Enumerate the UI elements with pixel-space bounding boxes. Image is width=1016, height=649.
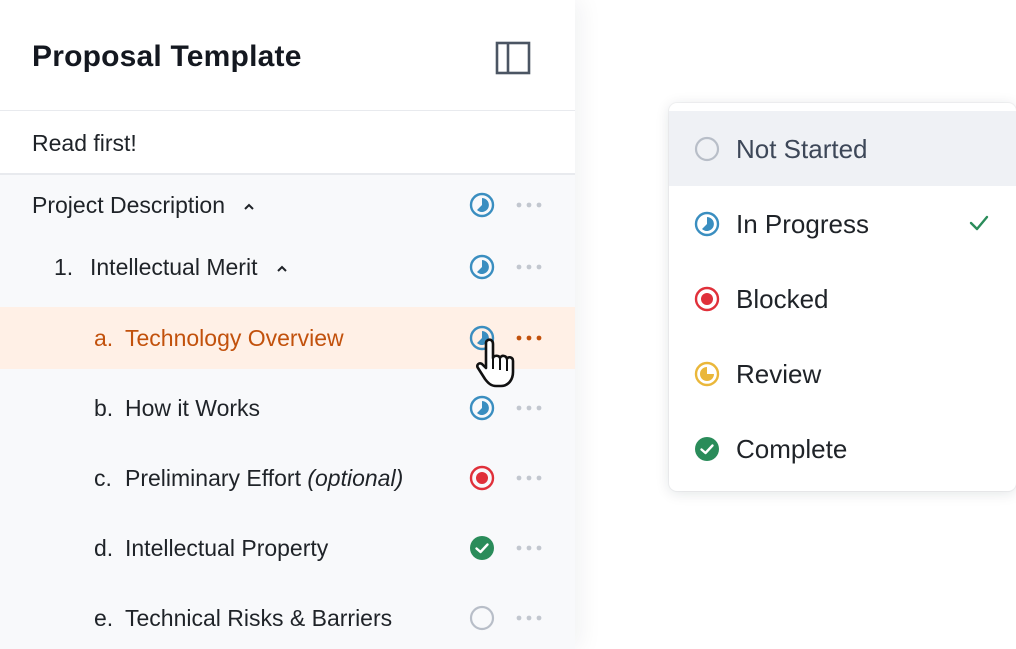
in-progress-status-icon[interactable] [469, 192, 495, 218]
blocked-status-icon[interactable] [469, 465, 495, 491]
more-options-icon[interactable] [516, 334, 542, 342]
row-label: Technology Overview [125, 325, 344, 351]
outline-row-technology-overview[interactable]: a. Technology Overview [0, 307, 575, 369]
row-label: Intellectual Merit [90, 254, 258, 280]
status-option-complete[interactable]: Complete [669, 411, 1016, 486]
complete-status-icon[interactable] [469, 535, 495, 561]
status-option-blocked[interactable]: Blocked [669, 261, 1016, 336]
in-progress-status-icon [694, 211, 720, 237]
outline-row-how-it-works[interactable]: b. How it Works [0, 377, 575, 439]
outline-row-project-description[interactable]: Project Description [0, 174, 575, 236]
row-number: c. [94, 465, 112, 491]
row-number: 1. [54, 254, 74, 280]
read-first-label: Read first! [32, 130, 137, 156]
read-first-item[interactable]: Read first! [0, 111, 575, 175]
outline-row-preliminary-effort[interactable]: c. Preliminary Effort (optional) [0, 447, 575, 509]
in-progress-status-icon[interactable] [469, 254, 495, 280]
outline-row-intellectual-property[interactable]: d. Intellectual Property [0, 517, 575, 579]
option-label: Not Started [736, 134, 868, 164]
row-number: a. [94, 325, 114, 351]
row-suffix: (optional) [307, 465, 404, 491]
page-title: Proposal Template [32, 40, 302, 73]
outline-row-intellectual-merit[interactable]: 1. Intellectual Merit [0, 236, 575, 298]
row-label: How it Works [125, 395, 261, 421]
chevron-up-icon[interactable] [276, 264, 288, 274]
complete-status-icon [695, 437, 719, 461]
status-option-not-started[interactable]: Not Started [669, 111, 1016, 186]
row-label: Intellectual Property [125, 535, 329, 561]
sidebar-toggle-icon[interactable] [495, 41, 531, 75]
row-label: Technical Risks & Barriers [125, 605, 393, 631]
option-label: Blocked [736, 284, 829, 314]
status-dropdown-menu: Not Started In Progress Blocked Review C… [669, 103, 1016, 491]
chevron-up-icon[interactable] [243, 202, 255, 212]
row-number: b. [94, 395, 114, 421]
outline-panel: Proposal Template Read first! Project De… [0, 0, 575, 649]
row-number: e. [94, 605, 114, 631]
more-options-icon[interactable] [516, 474, 542, 482]
panel-header: Proposal Template [0, 0, 575, 112]
more-options-icon[interactable] [516, 404, 542, 412]
outline-row-technical-risks[interactable]: e. Technical Risks & Barriers [0, 587, 575, 649]
row-label: Preliminary Effort [125, 465, 301, 491]
in-progress-status-icon[interactable] [469, 395, 495, 421]
option-label: In Progress [736, 209, 869, 239]
not-started-status-icon [694, 136, 720, 162]
row-number: d. [94, 535, 114, 561]
checkmark-icon [969, 215, 989, 231]
more-options-icon[interactable] [516, 614, 542, 622]
not-started-status-icon[interactable] [469, 605, 495, 631]
option-label: Review [736, 359, 822, 389]
in-progress-status-icon[interactable] [469, 325, 495, 351]
status-option-in-progress[interactable]: In Progress [669, 186, 1016, 261]
more-options-icon[interactable] [516, 544, 542, 552]
review-status-icon [694, 361, 720, 387]
blocked-status-icon [694, 286, 720, 312]
more-options-icon[interactable] [516, 263, 542, 271]
more-options-icon[interactable] [516, 201, 542, 209]
option-label: Complete [736, 434, 848, 464]
status-option-review[interactable]: Review [669, 336, 1016, 411]
row-label: Project Description [32, 192, 226, 218]
